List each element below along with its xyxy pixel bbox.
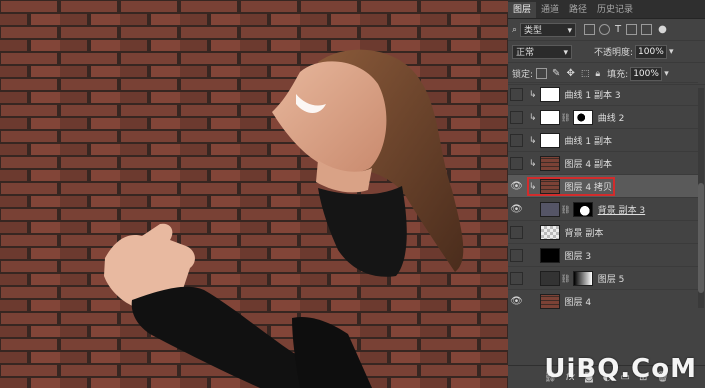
- eye-icon[interactable]: 👁︎: [510, 295, 523, 308]
- layer-row[interactable]: ↳背景 副本: [508, 220, 698, 244]
- visibility-toggle[interactable]: [510, 88, 523, 101]
- blend-mode-select[interactable]: 正常 ▾: [512, 44, 572, 59]
- layer-name: 背景 副本 3: [597, 206, 646, 216]
- tab-history[interactable]: 历史记录: [592, 2, 638, 18]
- lock-artboard-icon[interactable]: ⬚: [581, 69, 590, 79]
- opacity-field[interactable]: 100%: [635, 44, 668, 59]
- layer-thumbnail[interactable]: [539, 110, 560, 125]
- layer-mask-thumbnail[interactable]: [572, 202, 593, 217]
- clipping-arrow-icon: ↳: [529, 112, 537, 123]
- layers-panel: 图层 通道 路径 历史记录 ⌕ 类型 ▾ T ● 正常 ▾ 不透明度: 100%…: [508, 0, 705, 388]
- search-icon: ⌕: [512, 24, 518, 35]
- visibility-toggle[interactable]: [510, 157, 523, 170]
- layer-row[interactable]: 👁︎ ↳ 图层 4 拷贝: [508, 174, 698, 198]
- layer-thumbnail[interactable]: [539, 271, 560, 286]
- lock-position-icon[interactable]: ✥: [566, 68, 574, 79]
- layer-thumbnail[interactable]: [539, 87, 560, 102]
- layer-name: 曲线 2: [597, 114, 625, 124]
- watermark-logo: UiBQ.CoM: [544, 354, 697, 384]
- fill-value: 100%: [633, 68, 659, 79]
- blend-mode-value: 正常: [516, 47, 535, 58]
- filter-toggle-icon[interactable]: ●: [658, 24, 667, 35]
- layer-row[interactable]: ↳图层 3: [508, 243, 698, 267]
- mask-link-icon[interactable]: ⛓: [561, 274, 571, 283]
- layer-row[interactable]: ↳ 曲线 1 副本 3: [508, 82, 698, 106]
- layer-name: 背景 副本: [564, 229, 604, 239]
- layer-name: 图层 4 副本: [564, 160, 612, 170]
- chevron-down-icon: ▾: [567, 25, 573, 36]
- layer-filter-row: ⌕ 类型 ▾ T ●: [508, 19, 705, 41]
- lock-label: 锁定:: [512, 70, 534, 80]
- layer-row[interactable]: ↳ 图层 4 副本: [508, 151, 698, 175]
- mask-link-icon[interactable]: ⛓: [561, 205, 571, 214]
- visibility-toggle[interactable]: [510, 111, 523, 124]
- tab-paths[interactable]: 路径: [564, 2, 592, 18]
- layer-row[interactable]: ↳ ⛓ 曲线 2: [508, 105, 698, 129]
- layer-thumbnail[interactable]: [539, 202, 560, 217]
- clipping-arrow-icon: ↳: [529, 89, 537, 100]
- layer-thumbnail[interactable]: [539, 294, 560, 309]
- layer-row[interactable]: ↳⛓图层 5: [508, 266, 698, 290]
- filter-kind-value: 类型: [524, 25, 543, 36]
- layer-name: 曲线 1 副本: [564, 137, 612, 147]
- mask-link-icon[interactable]: ⛓: [561, 113, 571, 122]
- chevron-down-icon: ▾: [563, 47, 568, 58]
- chevron-down-icon[interactable]: ▾: [669, 47, 674, 57]
- tab-channels[interactable]: 通道: [536, 2, 564, 18]
- chevron-down-icon[interactable]: ▾: [664, 69, 669, 79]
- tab-layers[interactable]: 图层: [508, 2, 537, 18]
- lock-transparent-icon[interactable]: [536, 68, 548, 79]
- layer-row[interactable]: 👁︎↳图层 4: [508, 289, 698, 313]
- layer-name: 图层 3: [564, 252, 592, 262]
- opacity-value: 100%: [638, 46, 664, 57]
- scrollbar-thumb[interactable]: [698, 183, 704, 293]
- filter-shape-icon[interactable]: [626, 24, 638, 35]
- layer-name: 图层 4 拷贝: [564, 183, 612, 193]
- filter-pixel-icon[interactable]: [584, 24, 596, 35]
- layer-name: 曲线 1 副本 3: [564, 91, 621, 101]
- layer-thumbnail[interactable]: [539, 156, 560, 171]
- eye-icon[interactable]: 👁︎: [510, 180, 523, 193]
- visibility-toggle[interactable]: [510, 272, 523, 285]
- opacity-label: 不透明度:: [594, 48, 634, 58]
- layer-row[interactable]: ↳ 曲线 1 副本: [508, 128, 698, 152]
- visibility-toggle[interactable]: [510, 134, 523, 147]
- layer-thumbnail[interactable]: [539, 248, 560, 263]
- filter-adjustment-icon[interactable]: [599, 24, 611, 35]
- layer-thumbnail[interactable]: [539, 179, 560, 194]
- canvas-image: [0, 0, 508, 388]
- clipping-arrow-icon: ↳: [529, 158, 537, 169]
- eye-icon[interactable]: 👁︎: [510, 203, 523, 216]
- clipping-arrow-icon: ↳: [529, 181, 537, 192]
- layers-list: ↳ 曲线 1 副本 3 ↳ ⛓ 曲线 2 ↳ 曲线 1 副本 ↳ 图层 4 副本 👁︎ ↳ 图层 4 …: [508, 82, 705, 312]
- layers-scrollbar[interactable]: [698, 88, 704, 308]
- fill-field[interactable]: 100%: [630, 66, 663, 81]
- layer-name: 图层 4: [564, 298, 592, 308]
- lock-all-icon[interactable]: 🔒︎: [595, 69, 600, 79]
- visibility-toggle[interactable]: [510, 226, 523, 239]
- panel-tab-bar: 图层 通道 路径 历史记录: [508, 0, 705, 19]
- layer-name: 图层 5: [597, 275, 625, 285]
- clipping-arrow-icon: ↳: [529, 135, 537, 146]
- layer-thumbnail[interactable]: [539, 225, 560, 240]
- layer-row[interactable]: 👁︎↳⛓背景 副本 3: [508, 197, 698, 221]
- layer-mask-thumbnail[interactable]: [572, 271, 593, 286]
- layer-thumbnail[interactable]: [539, 133, 560, 148]
- lock-image-icon[interactable]: ✎: [552, 68, 560, 79]
- layer-mask-thumbnail[interactable]: [572, 110, 593, 125]
- document-canvas[interactable]: [0, 0, 508, 388]
- filter-kind-select[interactable]: 类型 ▾: [520, 22, 577, 37]
- blend-row: 正常 ▾ 不透明度: 100% ▾: [508, 41, 705, 63]
- fill-label: 填充:: [607, 70, 629, 80]
- visibility-toggle[interactable]: [510, 249, 523, 262]
- filter-text-icon[interactable]: T: [615, 24, 621, 35]
- filter-smartobject-icon[interactable]: [641, 24, 653, 35]
